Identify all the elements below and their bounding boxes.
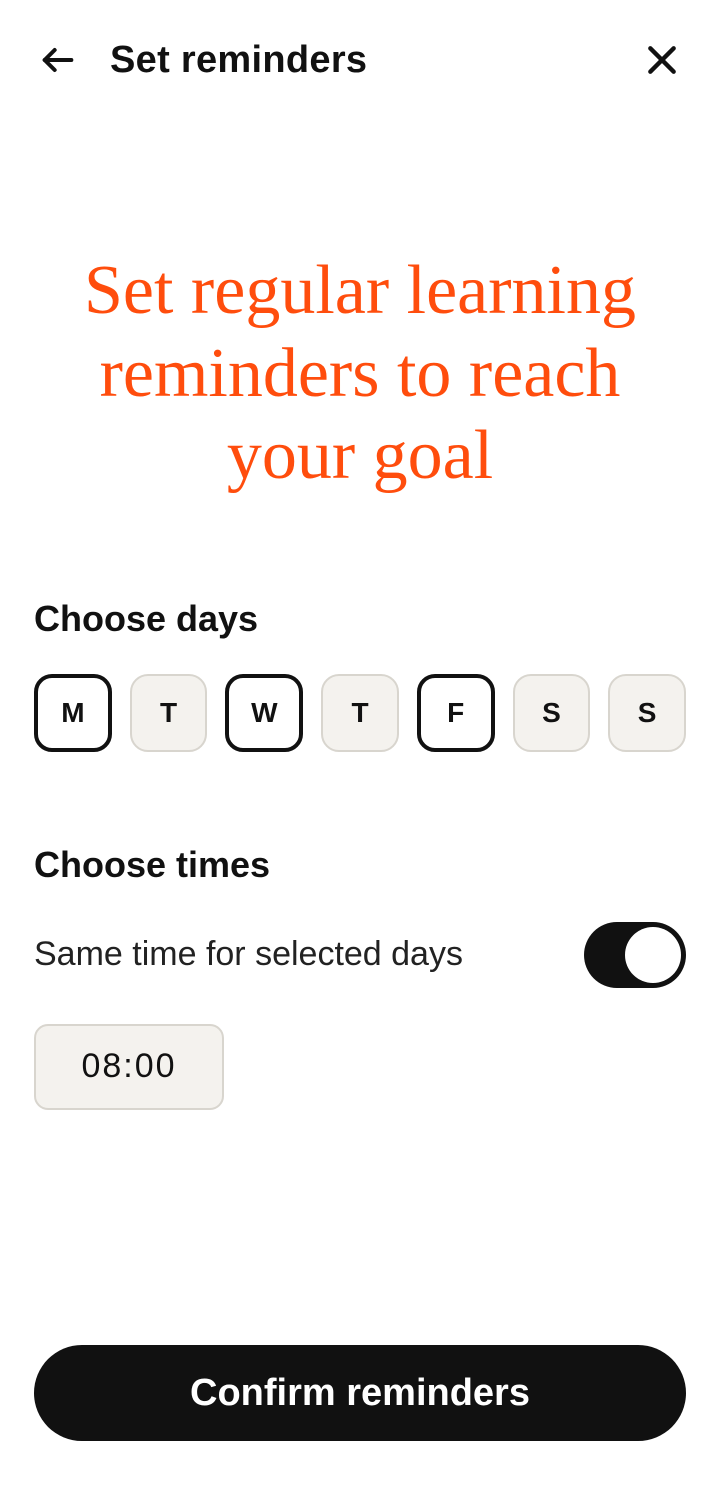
close-button[interactable] [638,36,686,84]
arrow-left-icon [38,40,78,80]
day-chip-6[interactable]: S [608,674,686,752]
day-row: MTWTFSS [0,674,720,752]
page-title: Set reminders [110,39,367,82]
close-icon [642,40,682,80]
same-time-row: Same time for selected days [0,922,720,988]
choose-days-label: Choose days [0,598,720,640]
day-chip-1[interactable]: T [130,674,208,752]
day-chip-2[interactable]: W [225,674,303,752]
choose-times-section: Choose times Same time for selected days… [0,844,720,1110]
time-picker[interactable]: 08:00 [34,1024,224,1110]
choose-days-section: Choose days MTWTFSS [0,598,720,752]
day-chip-5[interactable]: S [513,674,591,752]
day-chip-3[interactable]: T [321,674,399,752]
toggle-knob [625,927,681,983]
day-chip-4[interactable]: F [417,674,495,752]
same-time-label: Same time for selected days [34,935,463,974]
choose-times-label: Choose times [0,844,720,886]
confirm-reminders-button[interactable]: Confirm reminders [34,1345,686,1441]
headline: Set regular learning reminders to reach … [0,250,720,498]
day-chip-0[interactable]: M [34,674,112,752]
same-time-toggle[interactable] [584,922,686,988]
back-button[interactable] [34,36,82,84]
header: Set reminders [0,0,720,120]
